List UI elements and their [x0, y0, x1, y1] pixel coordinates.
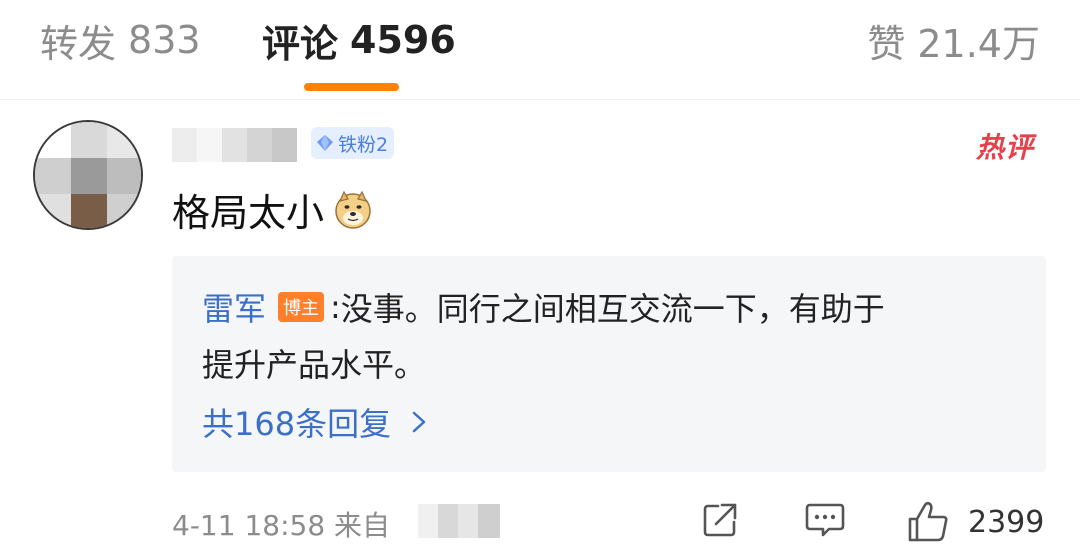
tab-comments[interactable]: 评论 4596: [262, 14, 456, 66]
active-tab-indicator: [304, 83, 399, 91]
view-all-replies-link[interactable]: 共168条回复: [202, 399, 429, 445]
tab-reposts[interactable]: 转发 833: [40, 14, 201, 66]
tab-comments-count: 4596: [350, 18, 456, 62]
username-blurred[interactable]: [172, 128, 297, 162]
thumbs-up-icon: [908, 501, 948, 542]
tab-reposts-label: 转发: [40, 21, 117, 66]
view-all-replies-label: 共168条回复: [202, 405, 392, 443]
comment-footer: 4-11 18:58 来自 2399: [0, 498, 1080, 548]
chevron-right-icon: [412, 411, 426, 433]
tab-comments-label: 评论: [262, 21, 339, 66]
comment-tabs: 转发 833 评论 4596 赞 21.4万: [0, 0, 1080, 100]
tab-likes-label: 赞: [867, 21, 906, 66]
share-icon[interactable]: [700, 500, 740, 540]
fan-badge: 铁粉2: [311, 127, 395, 159]
comment-text: 格局太小: [172, 191, 325, 235]
diamond-icon: [317, 135, 333, 151]
like-button[interactable]: 2399: [906, 500, 1044, 544]
reply-text-line2: 提升产品水平。: [202, 346, 427, 384]
source-device-blurred: [418, 504, 500, 538]
fan-badge-label: 铁粉2: [338, 133, 389, 156]
comment-icon[interactable]: [804, 500, 846, 540]
comment-text-row: 格局太小: [172, 182, 374, 237]
doge-emoji-icon: [335, 190, 371, 229]
author-badge: 博主: [278, 292, 325, 322]
reply-first-line: 雷军 博主 : 没事。同行之间相互交流一下，有助于: [202, 284, 885, 330]
tab-likes[interactable]: 赞 21.4万: [867, 14, 1040, 66]
like-count: 2399: [968, 504, 1045, 540]
reply-preview[interactable]: 雷军 博主 : 没事。同行之间相互交流一下，有助于 提升产品水平。 共168条回…: [172, 256, 1046, 472]
reply-author[interactable]: 雷军: [202, 284, 266, 330]
tab-likes-count: 21.4万: [917, 21, 1040, 66]
tab-reposts-count: 833: [128, 18, 201, 62]
hot-comment-tag: 热评: [975, 131, 1034, 164]
avatar[interactable]: [33, 120, 143, 230]
timestamp: 4-11 18:58 来自: [172, 509, 391, 542]
reply-text-line1: 没事。同行之间相互交流一下，有助于: [340, 290, 885, 328]
reply-colon: :: [330, 288, 341, 326]
